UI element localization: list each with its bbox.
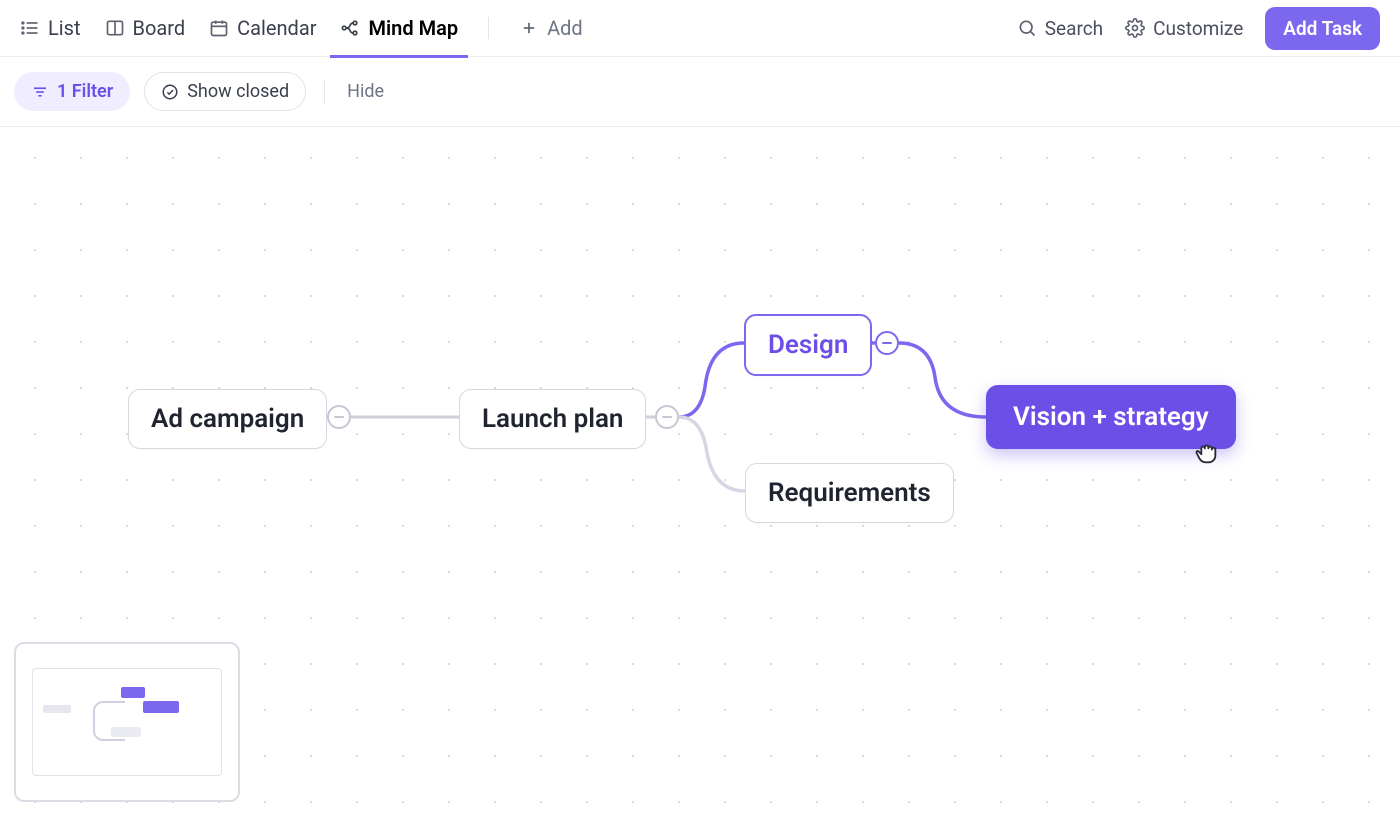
show-closed-label: Show closed bbox=[187, 81, 289, 102]
tab-calendar-label: Calendar bbox=[237, 16, 316, 40]
minimap[interactable] bbox=[14, 642, 240, 802]
show-closed-chip[interactable]: Show closed bbox=[144, 72, 306, 111]
tab-board-label: Board bbox=[133, 16, 186, 40]
collapse-toggle[interactable] bbox=[327, 405, 351, 429]
divider bbox=[488, 17, 489, 39]
node-vision-strategy[interactable]: Vision + strategy bbox=[986, 385, 1236, 449]
filter-chip[interactable]: 1 Filter bbox=[14, 72, 130, 111]
filter-chip-label: 1 Filter bbox=[57, 81, 113, 102]
mindmap-canvas[interactable]: Ad campaign Launch plan Design Requireme… bbox=[0, 127, 1400, 816]
node-ad-campaign[interactable]: Ad campaign bbox=[128, 389, 327, 449]
search-icon bbox=[1017, 18, 1037, 38]
tab-list-label: List bbox=[48, 16, 81, 40]
add-view-label: Add bbox=[547, 16, 583, 40]
node-design-label: Design bbox=[768, 330, 848, 360]
calendar-icon bbox=[209, 18, 229, 38]
tab-mindmap[interactable]: Mind Map bbox=[340, 0, 458, 57]
tab-mindmap-label: Mind Map bbox=[368, 16, 458, 40]
view-tabs: List Board Calendar Mind Map Add bbox=[20, 0, 583, 57]
node-ad-campaign-label: Ad campaign bbox=[151, 404, 304, 434]
node-requirements-label: Requirements bbox=[768, 478, 931, 508]
filters-bar: 1 Filter Show closed Hide bbox=[0, 57, 1400, 127]
minimap-viewport bbox=[32, 668, 222, 776]
settings-icon bbox=[1125, 18, 1145, 38]
hide-button[interactable]: Hide bbox=[343, 73, 388, 110]
collapse-toggle[interactable] bbox=[655, 405, 679, 429]
hide-label: Hide bbox=[347, 81, 384, 102]
search-button[interactable]: Search bbox=[1017, 17, 1103, 40]
collapse-toggle[interactable] bbox=[875, 331, 899, 355]
check-circle-icon bbox=[161, 83, 179, 101]
node-launch-plan[interactable]: Launch plan bbox=[459, 389, 646, 449]
add-task-button[interactable]: Add Task bbox=[1265, 7, 1380, 50]
mindmap-icon bbox=[340, 18, 360, 38]
top-right-actions: Search Customize Add Task bbox=[1017, 7, 1380, 50]
divider bbox=[324, 80, 325, 104]
node-requirements[interactable]: Requirements bbox=[745, 463, 954, 523]
view-tabs-bar: List Board Calendar Mind Map Add bbox=[0, 0, 1400, 57]
node-design[interactable]: Design bbox=[744, 314, 872, 376]
node-vision-strategy-label: Vision + strategy bbox=[1013, 402, 1209, 432]
add-view-button[interactable]: Add bbox=[519, 0, 583, 57]
customize-button[interactable]: Customize bbox=[1125, 17, 1243, 40]
tab-list[interactable]: List bbox=[20, 0, 81, 57]
search-label: Search bbox=[1045, 17, 1103, 40]
node-launch-plan-label: Launch plan bbox=[482, 404, 623, 434]
tab-calendar[interactable]: Calendar bbox=[209, 0, 316, 57]
tab-board[interactable]: Board bbox=[105, 0, 186, 57]
board-icon bbox=[105, 18, 125, 38]
add-task-label: Add Task bbox=[1283, 17, 1362, 40]
plus-icon bbox=[519, 18, 539, 38]
filter-icon bbox=[31, 83, 49, 101]
customize-label: Customize bbox=[1153, 17, 1243, 40]
list-icon bbox=[20, 18, 40, 38]
